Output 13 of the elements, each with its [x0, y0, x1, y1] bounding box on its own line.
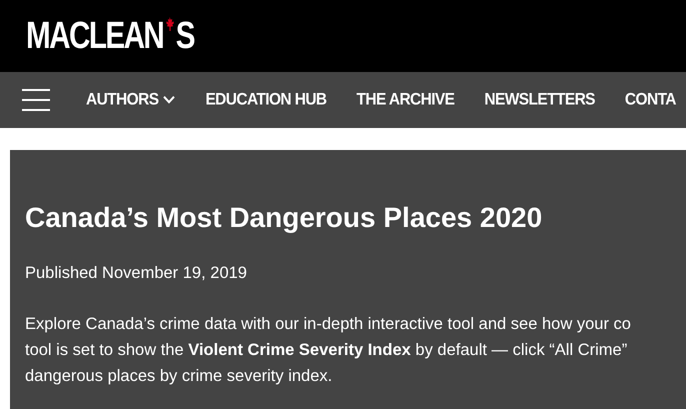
intro-text: Explore Canada’s crime data with our in-depth interactive tool and see how your co [25, 314, 632, 335]
intro-text: dangerous places by crime severity index. [25, 366, 334, 387]
logo[interactable]: MACLEAN S [26, 17, 194, 55]
nav-link[interactable]: EDUCATION HUB [205, 90, 327, 110]
nav-link[interactable]: AUTHORS [86, 90, 176, 110]
intro-text: tool is set to show the Violent Crime Severity Index by default — click “All Crime” [25, 340, 628, 361]
nav-link[interactable]: NEWSLETTERS [484, 90, 595, 110]
nav-link[interactable]: THE ARCHIVE [356, 90, 454, 110]
maple-leaf-icon [164, 16, 175, 32]
menu-icon[interactable] [22, 88, 50, 112]
nav-link[interactable]: CONTA [624, 90, 676, 110]
publish-date: Published November 19, 2019 [25, 264, 248, 283]
article-title: Canada’s Most Dangerous Places 2020 [25, 202, 544, 234]
